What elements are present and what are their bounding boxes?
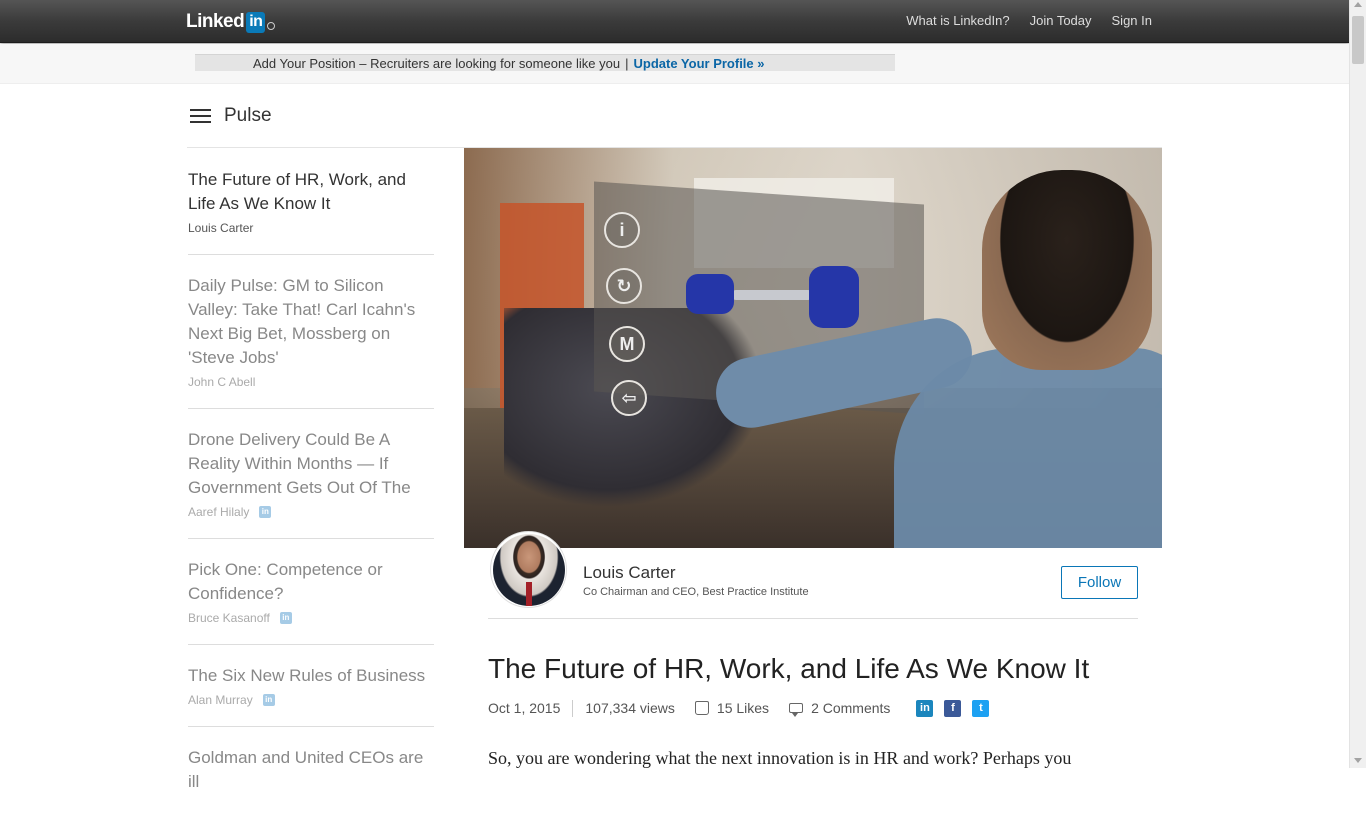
author-subtitle: Co Chairman and CEO, Best Practice Insti… — [583, 586, 809, 598]
linkedin-influencer-icon: in — [259, 506, 272, 518]
list-item-title[interactable]: The Future of HR, Work, and Life As We K… — [188, 168, 434, 216]
linkedin-logo[interactable]: Linked in — [186, 10, 276, 34]
list-item[interactable]: The Six New Rules of Business Alan Murra… — [188, 664, 434, 727]
profile-banner: Add Your Position – Recruiters are looki… — [195, 54, 895, 71]
sign-in-link[interactable]: Sign In — [1112, 13, 1152, 28]
profile-banner-area: Add Your Position – Recruiters are looki… — [0, 44, 1349, 84]
list-item-author: Bruce Kasanoff in — [188, 611, 434, 625]
article-hero-image: i ↻ M ⇦ — [464, 148, 1162, 548]
top-nav-links: What is LinkedIn? Join Today Sign In — [886, 13, 1152, 28]
list-item[interactable]: Pick One: Competence or Confidence? Bruc… — [188, 558, 434, 645]
sidebar-article-list: The Future of HR, Work, and Life As We K… — [188, 168, 446, 832]
linkedin-influencer-icon: in — [262, 694, 275, 706]
what-is-linkedin-link[interactable]: What is LinkedIn? — [906, 13, 1009, 28]
info-icon: i — [604, 212, 640, 248]
twitter-share-icon[interactable]: t — [972, 699, 990, 717]
list-item[interactable]: The Future of HR, Work, and Life As We K… — [188, 168, 434, 255]
linkedin-influencer-icon: in — [279, 612, 292, 624]
logo-in-badge: in — [246, 11, 266, 33]
exit-icon: ⇦ — [611, 380, 647, 416]
facebook-share-icon[interactable]: f — [944, 699, 962, 717]
likes-count[interactable]: 15 Likes — [717, 700, 769, 716]
list-item-title[interactable]: Pick One: Competence or Confidence? — [188, 558, 434, 606]
pulse-title[interactable]: Pulse — [224, 105, 272, 127]
hamburger-menu-icon[interactable] — [190, 109, 212, 123]
article-meta: Oct 1, 2015 107,334 views 15 Likes 2 Com… — [488, 698, 990, 718]
list-item-author: Louis Carter — [188, 221, 254, 235]
list-item-title[interactable]: Goldman and United CEOs are ill — [188, 746, 434, 794]
list-item-title[interactable]: Daily Pulse: GM to Silicon Valley: Take … — [188, 274, 434, 370]
logo-text: Linked — [186, 11, 245, 32]
comment-icon[interactable] — [789, 703, 804, 717]
follow-button[interactable]: Follow — [1061, 566, 1138, 599]
scroll-down-arrow-icon[interactable] — [1354, 758, 1362, 763]
top-nav-bar: Linked in What is LinkedIn? Join Today S… — [0, 0, 1349, 43]
update-profile-link[interactable]: Update Your Profile » — [634, 56, 765, 71]
author-name[interactable]: Louis Carter — [583, 563, 676, 583]
list-item[interactable]: Drone Delivery Could Be A Reality Within… — [188, 428, 434, 539]
list-item-author: Alan Murray in — [188, 693, 434, 707]
scroll-up-arrow-icon[interactable] — [1354, 2, 1362, 7]
article-body: So, you are wondering what the next inno… — [488, 748, 1072, 768]
rotate-icon: ↻ — [606, 268, 642, 304]
vertical-scrollbar[interactable] — [1349, 0, 1366, 768]
pulse-header: Pulse — [190, 104, 272, 128]
author-divider — [488, 618, 1138, 619]
article-title: The Future of HR, Work, and Life As We K… — [488, 653, 1090, 684]
list-item[interactable]: Goldman and United CEOs are ill — [188, 746, 434, 813]
list-item-author: Aaref Hilaly in — [188, 505, 434, 519]
article-views: 107,334 views — [585, 700, 675, 716]
list-item-title[interactable]: The Six New Rules of Business — [188, 664, 434, 688]
article-date: Oct 1, 2015 — [488, 700, 561, 716]
scroll-thumb[interactable] — [1352, 16, 1364, 64]
linkedin-share-icon[interactable]: in — [916, 699, 934, 717]
thumbs-up-icon[interactable] — [694, 701, 709, 715]
banner-separator: | — [625, 55, 629, 71]
author-avatar[interactable] — [490, 531, 567, 608]
m-icon: M — [609, 326, 645, 362]
registered-icon — [267, 22, 276, 30]
join-today-link[interactable]: Join Today — [1030, 13, 1092, 28]
banner-text: Add Your Position – Recruiters are looki… — [253, 55, 621, 71]
list-item-author: John C Abell — [188, 375, 256, 389]
list-item-title[interactable]: Drone Delivery Could Be A Reality Within… — [188, 428, 434, 500]
list-item[interactable]: Daily Pulse: GM to Silicon Valley: Take … — [188, 274, 434, 409]
comments-count[interactable]: 2 Comments — [811, 700, 890, 716]
